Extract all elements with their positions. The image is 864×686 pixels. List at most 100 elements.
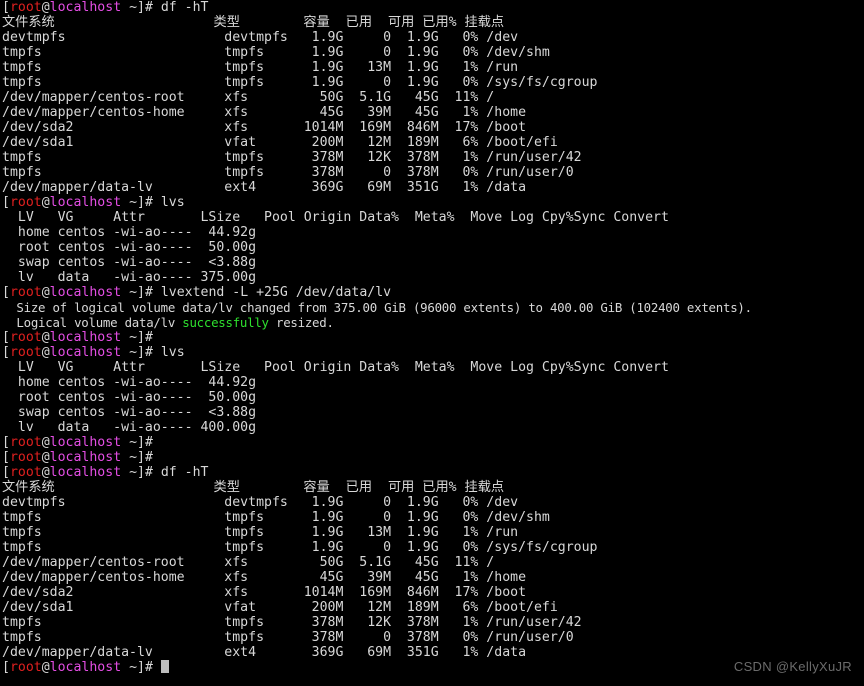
prompt-path: ~]# — [121, 660, 161, 675]
terminal-window[interactable]: [root@localhost ~]# df -hT 文件系统 类型 容量 已用… — [0, 0, 864, 686]
prompt-at: @ — [41, 450, 50, 465]
lvs-row: root centos -wi-ao---- 50.00g — [2, 390, 257, 405]
df-row: tmpfs tmpfs 1.9G 0 1.9G 0% /dev/shm — [2, 45, 550, 60]
prompt-bracket-open: [ — [2, 345, 10, 360]
prompt-line-bare-2: [root@localhost ~]# — [0, 435, 864, 450]
command-lvs: lvs — [160, 195, 185, 210]
prompt-bracket-open: [ — [2, 660, 10, 675]
df-row: tmpfs tmpfs 1.9G 13M 1.9G 1% /run — [2, 525, 519, 540]
watermark-label: CSDN @KellyXuJR — [733, 659, 852, 674]
prompt-bracket-open: [ — [2, 465, 10, 480]
df-rows-1: devtmpfs devtmpfs 1.9G 0 1.9G 0% /dev tmp… — [0, 30, 864, 195]
command-df: df -hT — [160, 465, 209, 480]
df-row: tmpfs tmpfs 1.9G 13M 1.9G 1% /run — [2, 60, 519, 75]
df-row: /dev/sda2 xfs 1014M 169M 846M 17% /boot — [2, 120, 527, 135]
prompt-bracket-open: [ — [2, 435, 10, 450]
prompt-user: root — [9, 450, 42, 465]
prompt-host: localhost — [49, 330, 122, 345]
df-row: devtmpfs devtmpfs 1.9G 0 1.9G 0% /dev — [2, 30, 519, 45]
prompt-line-bare-3: [root@localhost ~]# — [0, 450, 864, 465]
df-row: devtmpfs devtmpfs 1.9G 0 1.9G 0% /dev — [2, 495, 519, 510]
lvs-rows-2: home centos -wi-ao---- 44.92g root cento… — [0, 375, 864, 435]
lvs-header-2: LV VG Attr LSize Pool Origin Data% Meta%… — [2, 360, 669, 375]
lvs-row: swap centos -wi-ao---- <3.88g — [2, 405, 257, 420]
df-row: tmpfs tmpfs 1.9G 0 1.9G 0% /sys/fs/cgrou… — [2, 540, 598, 555]
df-row: tmpfs tmpfs 378M 12K 378M 1% /run/user/4… — [2, 615, 582, 630]
prompt-bracket-open: [ — [2, 450, 10, 465]
lvs-row: lv data -wi-ao---- 400.00g — [2, 420, 257, 435]
lvs-row: root centos -wi-ao---- 50.00g — [2, 240, 257, 255]
prompt-path: ~]# — [121, 330, 161, 345]
df-rows-2: devtmpfs devtmpfs 1.9G 0 1.9G 0% /dev tmp… — [0, 495, 864, 660]
command-lvextend: lvextend -L +25G /dev/data/lv — [160, 285, 392, 300]
prompt-line-lvextend: [root@localhost ~]# lvextend -L +25G /de… — [0, 285, 864, 300]
df-row: tmpfs tmpfs 378M 0 378M 0% /run/user/0 — [2, 630, 574, 645]
lvs-row: home centos -wi-ao---- 44.92g — [2, 375, 257, 390]
prompt-bracket-open: [ — [2, 285, 10, 300]
df-row: /dev/mapper/centos-home xfs 45G 39M 45G … — [2, 570, 527, 585]
df-row: tmpfs tmpfs 378M 0 378M 0% /run/user/0 — [2, 165, 574, 180]
lvs-row: swap centos -wi-ao---- <3.88g — [2, 255, 257, 270]
prompt-user: root — [9, 285, 42, 300]
command-df: df -hT — [160, 0, 209, 15]
prompt-host: localhost — [49, 195, 122, 210]
command-lvs: lvs — [160, 345, 185, 360]
prompt-line-bare-1: [root@localhost ~]# — [0, 330, 864, 345]
prompt-bracket-open: [ — [2, 0, 10, 15]
prompt-user: root — [9, 0, 42, 15]
prompt-host: localhost — [49, 345, 122, 360]
df-row: tmpfs tmpfs 378M 12K 378M 1% /run/user/4… — [2, 150, 582, 165]
prompt-at: @ — [41, 330, 50, 345]
prompt-at: @ — [41, 285, 50, 300]
prompt-user: root — [9, 330, 42, 345]
prompt-bracket-open: [ — [2, 195, 10, 210]
lvextend-resize-prefix: Logical volume data/lv — [2, 315, 183, 330]
prompt-path: ~]# — [121, 435, 161, 450]
lvs-row: lv data -wi-ao---- 375.00g — [2, 270, 257, 285]
df-row: /dev/mapper/data-lv ext4 369G 69M 351G 1… — [2, 645, 527, 660]
df-row: tmpfs tmpfs 1.9G 0 1.9G 0% /sys/fs/cgrou… — [2, 75, 598, 90]
prompt-bracket-open: [ — [2, 330, 10, 345]
prompt-line-df-2: [root@localhost ~]# df -hT — [0, 465, 864, 480]
df-header-2: 文件系统 类型 容量 已用 可用 已用% 挂载点 — [2, 480, 505, 495]
prompt-host: localhost — [49, 435, 122, 450]
df-row: /dev/sda2 xfs 1014M 169M 846M 17% /boot — [2, 585, 527, 600]
prompt-at: @ — [41, 465, 50, 480]
prompt-at: @ — [41, 660, 50, 675]
prompt-at: @ — [41, 195, 50, 210]
lvextend-size-line: Size of logical volume data/lv changed f… — [2, 300, 752, 315]
prompt-at: @ — [41, 345, 50, 360]
prompt-host: localhost — [49, 285, 122, 300]
text-cursor[interactable] — [160, 660, 169, 673]
df-row: /dev/sda1 vfat 200M 12M 189M 6% /boot/ef… — [2, 135, 558, 150]
prompt-host: localhost — [49, 0, 122, 15]
prompt-line-lvs-2: [root@localhost ~]# lvs — [0, 345, 864, 360]
prompt-path: ~]# — [121, 345, 161, 360]
lvs-row: home centos -wi-ao---- 44.92g — [2, 225, 257, 240]
df-row: /dev/mapper/centos-root xfs 50G 5.1G 45G… — [2, 90, 495, 105]
prompt-host: localhost — [49, 465, 122, 480]
df-row: /dev/sda1 vfat 200M 12M 189M 6% /boot/ef… — [2, 600, 558, 615]
prompt-user: root — [9, 660, 42, 675]
prompt-path: ~]# — [121, 195, 161, 210]
prompt-user: root — [9, 465, 42, 480]
prompt-path: ~]# — [121, 285, 161, 300]
lvs-rows-1: home centos -wi-ao---- 44.92g root cento… — [0, 225, 864, 285]
df-row: /dev/mapper/centos-home xfs 45G 39M 45G … — [2, 105, 527, 120]
df-row: /dev/mapper/centos-root xfs 50G 5.1G 45G… — [2, 555, 495, 570]
prompt-path: ~]# — [121, 450, 161, 465]
prompt-line-lvs-1: [root@localhost ~]# lvs — [0, 195, 864, 210]
prompt-at: @ — [41, 0, 50, 15]
df-header-1: 文件系统 类型 容量 已用 可用 已用% 挂载点 — [2, 15, 505, 30]
prompt-host: localhost — [49, 660, 122, 675]
prompt-path: ~]# — [121, 465, 161, 480]
prompt-user: root — [9, 345, 42, 360]
prompt-at: @ — [41, 435, 50, 450]
prompt-line-df-1: [root@localhost ~]# df -hT — [0, 0, 864, 15]
df-row: tmpfs tmpfs 1.9G 0 1.9G 0% /dev/shm — [2, 510, 550, 525]
prompt-user: root — [9, 195, 42, 210]
lvs-header-1: LV VG Attr LSize Pool Origin Data% Meta%… — [2, 210, 669, 225]
df-row: /dev/mapper/data-lv ext4 369G 69M 351G 1… — [2, 180, 527, 195]
lvextend-success-word: successfully — [182, 315, 269, 330]
prompt-path: ~]# — [121, 0, 161, 15]
